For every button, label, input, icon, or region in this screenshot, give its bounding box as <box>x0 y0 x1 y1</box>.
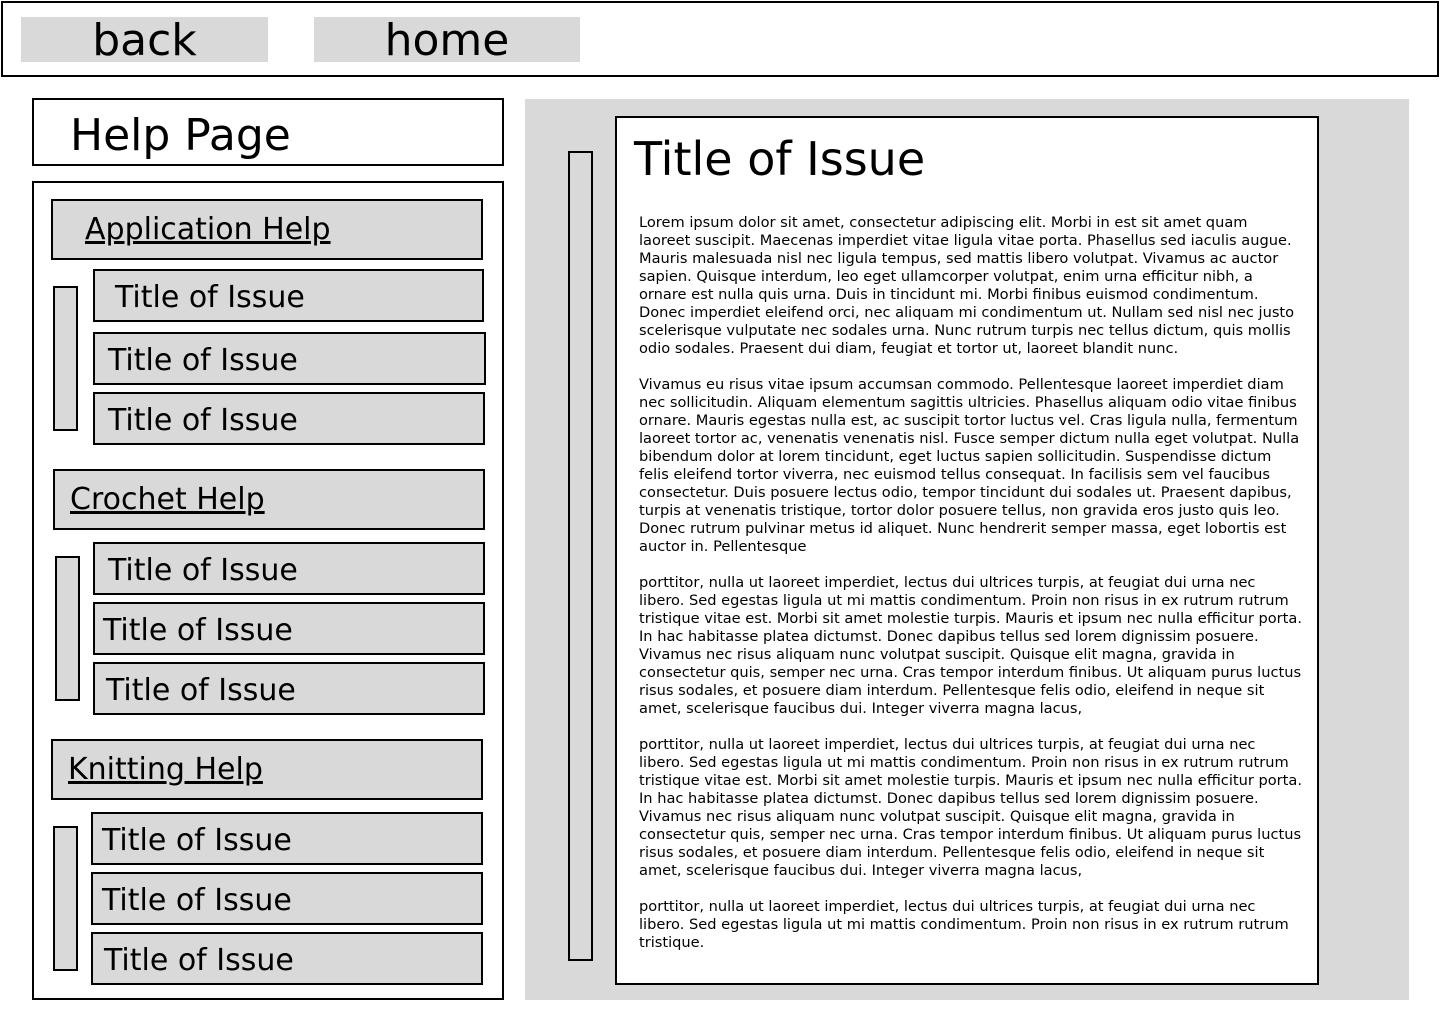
category-crochet-help[interactable]: Crochet Help <box>53 469 485 530</box>
article-paragraph: Vivamus eu risus vitae ipsum accumsan co… <box>639 376 1300 555</box>
issue-item[interactable]: Title of Issue <box>93 392 485 445</box>
issue-item[interactable]: Title of Issue <box>93 332 486 385</box>
category-scrollbar[interactable] <box>53 826 78 971</box>
issue-item[interactable]: Title of Issue <box>93 602 485 655</box>
issue-item[interactable]: Title of Issue <box>91 812 483 865</box>
content-scrollbar[interactable] <box>568 151 593 961</box>
category-knitting-help[interactable]: Knitting Help <box>51 739 483 800</box>
issue-item[interactable]: Title of Issue <box>91 872 483 925</box>
issue-title: Title of Issue <box>108 403 298 438</box>
back-button[interactable]: back <box>21 17 268 62</box>
category-scrollbar[interactable] <box>55 556 80 701</box>
issue-title: Title of Issue <box>102 823 292 858</box>
article-title: Title of Issue <box>634 132 926 186</box>
category-scrollbar[interactable] <box>53 286 78 431</box>
issue-title: Title of Issue <box>104 943 294 978</box>
article-paragraph: porttitor, nulla ut laoreet imperdiet, l… <box>639 898 1289 951</box>
issue-title: Title of Issue <box>108 343 298 378</box>
issue-item[interactable]: Title of Issue <box>91 932 483 985</box>
issue-title: Title of Issue <box>115 280 305 315</box>
issue-item[interactable]: Title of Issue <box>93 269 484 322</box>
category-label: Application Help <box>85 212 331 247</box>
issue-title: Title of Issue <box>102 883 292 918</box>
issue-item[interactable]: Title of Issue <box>93 542 485 595</box>
home-button[interactable]: home <box>314 17 580 62</box>
issue-title: Title of Issue <box>108 553 298 588</box>
issue-title: Title of Issue <box>106 673 296 708</box>
category-application-help[interactable]: Application Help <box>51 199 483 260</box>
article-paragraph: porttitor, nulla ut laoreet imperdiet, l… <box>639 574 1302 717</box>
category-label: Knitting Help <box>68 752 263 787</box>
article-paragraph: porttitor, nulla ut laoreet imperdiet, l… <box>639 736 1302 879</box>
issue-item[interactable]: Title of Issue <box>93 662 485 715</box>
article-body: Lorem ipsum dolor sit amet, consectetur … <box>639 214 1303 970</box>
issue-title: Title of Issue <box>103 613 293 648</box>
page-title: Help Page <box>70 110 291 161</box>
article-paragraph: Lorem ipsum dolor sit amet, consectetur … <box>639 214 1295 357</box>
category-label: Crochet Help <box>70 482 265 517</box>
